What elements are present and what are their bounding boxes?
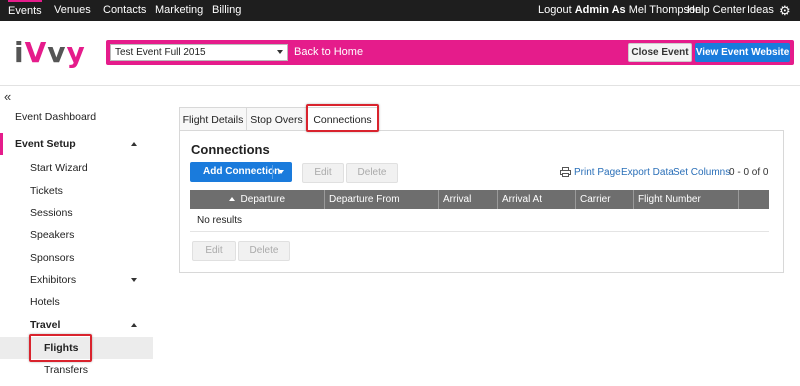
collapse-sidebar-icon[interactable]: « (4, 90, 11, 104)
chevron-up-icon (131, 142, 137, 146)
chevron-down-icon (277, 50, 283, 54)
sidebar-item-label: Hotels (30, 296, 60, 308)
column-carrier[interactable]: Carrier (576, 190, 634, 209)
nav-events[interactable]: Events (8, 0, 42, 21)
sidebar-item-label: Flights (44, 342, 79, 354)
delete-button-top[interactable]: Delete (346, 163, 398, 183)
sidebar-item-label: Event Dashboard (15, 111, 97, 123)
tab-flight-details[interactable]: Flight Details (179, 107, 247, 131)
column-flight-number[interactable]: Flight Number (634, 190, 739, 209)
table-divider (190, 231, 769, 232)
chevron-up-icon (131, 323, 137, 327)
sidebar-item-sponsors[interactable]: Sponsors (0, 247, 153, 269)
edit-button-top[interactable]: Edit (302, 163, 344, 183)
edit-button-bottom[interactable]: Edit (192, 241, 236, 261)
add-connection-label: Add Connection (203, 166, 281, 177)
sidebar-item-label: Sessions (30, 207, 73, 219)
section-title: Connections (191, 142, 270, 157)
sidebar-item-hotels[interactable]: Hotels (0, 291, 153, 313)
sidebar-item-travel[interactable]: Travel (0, 314, 153, 336)
event-select-value: Test Event Full 2015 (115, 47, 206, 58)
sidebar-item-label: Start Wizard (30, 162, 88, 174)
record-count: 0 - 0 of 0 (729, 167, 769, 178)
empty-table-message: No results (197, 215, 243, 226)
sidebar-item-label: Event Setup (15, 138, 76, 150)
export-data-link[interactable]: Export Data (621, 167, 674, 179)
view-event-website-button[interactable]: View Event Website (695, 43, 790, 62)
delete-button-bottom[interactable]: Delete (238, 241, 290, 261)
sidebar-item-flights[interactable]: Flights (0, 337, 153, 359)
sidebar-item-event-setup[interactable]: Event Setup (0, 133, 153, 155)
nav-contacts[interactable]: Contacts (103, 0, 146, 21)
sidebar-item-tickets[interactable]: Tickets (0, 180, 153, 202)
sort-ascending-icon (228, 197, 235, 201)
sidebar-item-label: Travel (30, 319, 61, 331)
sidebar-item-label: Transfers (44, 364, 88, 376)
button-separator (272, 165, 273, 179)
column-arrival-at[interactable]: Arrival At (498, 190, 576, 209)
set-columns-link[interactable]: Set Columns (673, 167, 730, 179)
column-label: Departure (240, 194, 285, 205)
table-header: Departure Departure From Arrival Arrival… (190, 190, 769, 209)
printer-icon[interactable] (560, 167, 571, 177)
add-connection-button[interactable]: Add Connection (190, 162, 292, 182)
print-page-link[interactable]: Print Page (574, 167, 621, 179)
sidebar-item-transfers[interactable]: Transfers (0, 359, 153, 381)
sidebar-item-exhibitors[interactable]: Exhibitors (0, 269, 153, 291)
logo-text: iVvy (14, 36, 86, 69)
logout-link[interactable]: Logout Admin As Mel Thompson (538, 0, 701, 21)
ivvy-logo: iVvy (14, 38, 86, 68)
nav-ideas[interactable]: Ideas (747, 0, 774, 21)
top-navigation-bar: Events Venues Contacts Marketing Billing… (0, 0, 800, 21)
header-divider (0, 85, 800, 86)
sidebar-item-label: Speakers (30, 229, 75, 241)
event-select[interactable]: Test Event Full 2015 (110, 44, 288, 61)
sidebar-item-label: Tickets (30, 185, 63, 197)
close-event-button[interactable]: Close Event (628, 43, 692, 62)
sidebar-item-event-dashboard[interactable]: Event Dashboard (0, 106, 153, 128)
sidebar-item-label: Sponsors (30, 252, 75, 264)
tab-stop-overs[interactable]: Stop Overs (246, 107, 307, 131)
tab-connections[interactable]: Connections (306, 107, 379, 132)
column-actions (739, 190, 769, 209)
nav-marketing[interactable]: Marketing (155, 0, 203, 21)
admin-as-label: Admin As (574, 4, 626, 16)
chevron-down-icon[interactable] (278, 170, 284, 174)
sidebar-item-sessions[interactable]: Sessions (0, 202, 153, 224)
column-arrival[interactable]: Arrival (439, 190, 498, 209)
column-departure-from[interactable]: Departure From (325, 190, 439, 209)
gear-icon[interactable]: ⚙ (779, 0, 791, 21)
sidebar-item-start-wizard[interactable]: Start Wizard (0, 157, 153, 179)
sidebar-item-speakers[interactable]: Speakers (0, 224, 153, 246)
chevron-down-icon (131, 278, 137, 282)
logout-label: Logout (538, 4, 572, 16)
back-to-home-link[interactable]: Back to Home (294, 40, 363, 65)
sidebar-item-label: Exhibitors (30, 274, 77, 286)
nav-billing[interactable]: Billing (212, 0, 241, 21)
nav-venues[interactable]: Venues (54, 0, 91, 21)
column-departure[interactable]: Departure (190, 190, 325, 209)
nav-help-center[interactable]: Help Center (687, 0, 746, 21)
